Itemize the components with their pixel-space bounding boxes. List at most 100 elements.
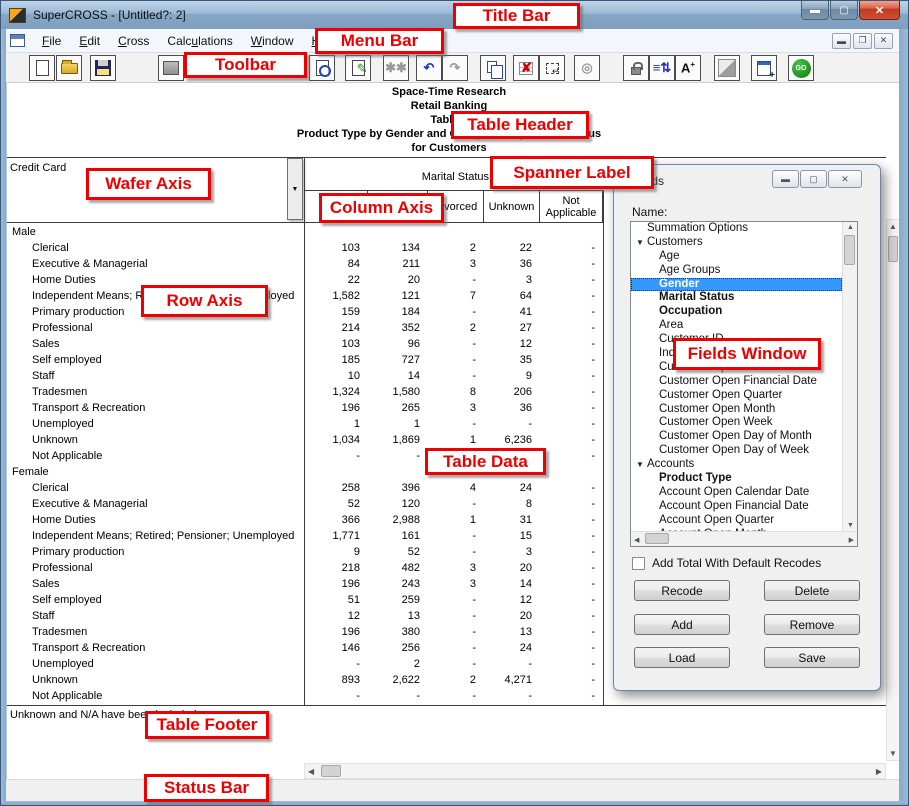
fields-list-hscrollbar[interactable]: ◀ ▶ bbox=[631, 531, 857, 546]
data-cell[interactable]: 2 bbox=[428, 242, 484, 254]
minimize-button[interactable]: ▬ bbox=[801, 1, 829, 20]
delete-button[interactable]: Delete bbox=[764, 580, 860, 601]
field-order-icon[interactable]: ≡⇅ bbox=[649, 55, 675, 81]
data-cell[interactable]: - bbox=[428, 274, 484, 286]
field-item[interactable]: Marital Status bbox=[631, 291, 842, 305]
data-cell[interactable]: 196 bbox=[304, 578, 368, 590]
fields-close-button[interactable]: ✕ bbox=[828, 170, 862, 188]
scroll-right-icon[interactable]: ▶ bbox=[849, 536, 854, 544]
data-cell[interactable]: 103 bbox=[304, 338, 368, 350]
field-item[interactable]: Customer Open Day of Week bbox=[631, 444, 842, 458]
field-item[interactable]: Summation Options bbox=[631, 222, 842, 236]
close-button[interactable]: ✕ bbox=[859, 1, 900, 20]
data-cell[interactable]: - bbox=[484, 690, 540, 702]
data-cell[interactable]: - bbox=[540, 306, 603, 318]
data-cell[interactable]: 12 bbox=[484, 338, 540, 350]
data-cell[interactable]: 161 bbox=[368, 530, 428, 542]
data-cell[interactable]: 4 bbox=[428, 482, 484, 494]
data-cell[interactable]: 8 bbox=[428, 386, 484, 398]
data-cell[interactable]: 259 bbox=[368, 594, 428, 606]
data-cell[interactable]: - bbox=[428, 354, 484, 366]
data-cell[interactable]: - bbox=[540, 386, 603, 398]
data-cell[interactable]: - bbox=[368, 450, 428, 462]
recode-button[interactable]: Recode bbox=[634, 580, 730, 601]
data-cell[interactable]: 1,869 bbox=[368, 434, 428, 446]
save-button[interactable]: Save bbox=[764, 647, 860, 668]
data-cell[interactable]: - bbox=[540, 482, 603, 494]
scroll-down-icon[interactable]: ▼ bbox=[847, 522, 854, 529]
data-cell[interactable]: - bbox=[540, 434, 603, 446]
data-cell[interactable]: 184 bbox=[368, 306, 428, 318]
data-cell[interactable]: 211 bbox=[368, 258, 428, 270]
data-cell[interactable]: 893 bbox=[304, 674, 368, 686]
field-item[interactable]: Customer Open Financial Date bbox=[631, 375, 842, 389]
table-row[interactable]: Not Applicable----- bbox=[7, 689, 891, 705]
menu-item-edit[interactable]: Edit bbox=[70, 31, 109, 51]
scrollbar-thumb[interactable] bbox=[888, 236, 898, 262]
data-cell[interactable]: 51 bbox=[304, 594, 368, 606]
data-cell[interactable]: 2 bbox=[428, 322, 484, 334]
font-increase-icon[interactable]: A+ bbox=[675, 55, 701, 81]
data-cell[interactable]: - bbox=[484, 658, 540, 670]
data-cell[interactable]: 20 bbox=[368, 274, 428, 286]
data-cell[interactable]: - bbox=[540, 290, 603, 302]
data-cell[interactable]: 3 bbox=[428, 402, 484, 414]
data-cell[interactable]: - bbox=[428, 658, 484, 670]
data-cell[interactable]: 1,771 bbox=[304, 530, 368, 542]
field-item[interactable]: Area bbox=[631, 319, 842, 333]
data-cell[interactable]: 22 bbox=[304, 274, 368, 286]
data-cell[interactable]: - bbox=[540, 418, 603, 430]
undo-icon[interactable]: ↶ bbox=[416, 55, 442, 81]
data-cell[interactable]: 196 bbox=[304, 402, 368, 414]
data-cell[interactable]: 1,034 bbox=[304, 434, 368, 446]
data-cell[interactable]: 36 bbox=[484, 402, 540, 414]
data-cell[interactable]: 13 bbox=[368, 610, 428, 622]
data-cell[interactable]: 134 bbox=[368, 242, 428, 254]
data-cell[interactable]: - bbox=[540, 546, 603, 558]
data-cell[interactable]: - bbox=[428, 418, 484, 430]
data-cell[interactable]: 185 bbox=[304, 354, 368, 366]
data-cell[interactable]: 396 bbox=[368, 482, 428, 494]
load-button[interactable]: Load bbox=[634, 647, 730, 668]
data-cell[interactable]: - bbox=[428, 594, 484, 606]
add-table-icon[interactable] bbox=[751, 55, 777, 81]
field-item[interactable]: Customer Open Quarter bbox=[631, 389, 842, 403]
data-cell[interactable]: 20 bbox=[484, 562, 540, 574]
scroll-left-icon[interactable]: ◀ bbox=[308, 767, 314, 776]
data-cell[interactable]: 121 bbox=[368, 290, 428, 302]
data-cell[interactable]: - bbox=[428, 306, 484, 318]
new-document-icon[interactable] bbox=[29, 55, 55, 81]
data-cell[interactable]: 218 bbox=[304, 562, 368, 574]
scroll-right-icon[interactable]: ▶ bbox=[876, 767, 882, 776]
field-item[interactable]: Gender bbox=[631, 278, 842, 292]
field-item[interactable]: Occupation bbox=[631, 305, 842, 319]
data-cell[interactable]: 6,236 bbox=[484, 434, 540, 446]
data-cell[interactable]: 4,271 bbox=[484, 674, 540, 686]
fields-minimize-button[interactable]: ▬ bbox=[772, 170, 799, 188]
data-cell[interactable]: 3 bbox=[428, 258, 484, 270]
data-cell[interactable]: 256 bbox=[368, 642, 428, 654]
scrollbar-thumb[interactable] bbox=[844, 235, 855, 265]
copy-icon[interactable] bbox=[480, 55, 506, 81]
mdi-restore-button[interactable]: ❐ bbox=[853, 33, 872, 49]
data-cell[interactable]: - bbox=[540, 610, 603, 622]
data-cell[interactable]: - bbox=[540, 578, 603, 590]
data-cell[interactable]: - bbox=[368, 690, 428, 702]
data-cell[interactable]: - bbox=[540, 498, 603, 510]
field-item[interactable]: Account Open Financial Date bbox=[631, 500, 842, 514]
field-item[interactable]: Customer Open Month bbox=[631, 403, 842, 417]
data-cell[interactable]: - bbox=[428, 690, 484, 702]
data-cell[interactable]: 20 bbox=[484, 610, 540, 622]
spanner-label[interactable]: Marital Status bbox=[304, 164, 489, 190]
add-button[interactable]: Add bbox=[634, 614, 730, 635]
data-cell[interactable]: - bbox=[540, 242, 603, 254]
chart-icon[interactable] bbox=[158, 55, 184, 81]
data-cell[interactable]: 352 bbox=[368, 322, 428, 334]
data-cell[interactable]: 258 bbox=[304, 482, 368, 494]
field-item[interactable]: Product Type bbox=[631, 472, 842, 486]
data-cell[interactable]: - bbox=[540, 514, 603, 526]
field-item[interactable]: Customer Open Week bbox=[631, 416, 842, 430]
data-cell[interactable]: 380 bbox=[368, 626, 428, 638]
data-cell[interactable]: 727 bbox=[368, 354, 428, 366]
fields-restore-button[interactable]: ▢ bbox=[800, 170, 827, 188]
